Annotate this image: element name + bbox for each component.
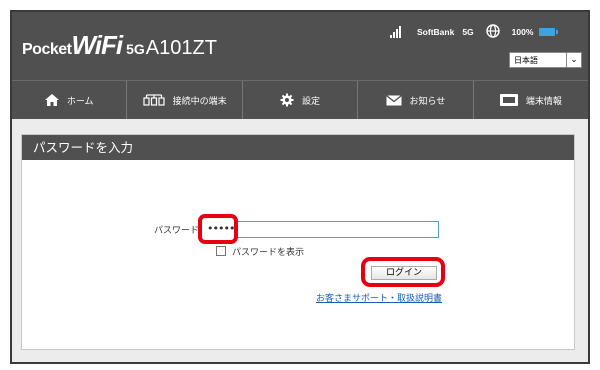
settings-icon [280, 93, 294, 107]
main-nav: ホーム 接続中の端末 設定 お知らせ 端末情報 [12, 80, 588, 119]
nav-item-news[interactable]: お知らせ [358, 81, 474, 119]
password-highlight: ••••• [198, 214, 238, 244]
nav-item-label: 端末情報 [525, 96, 562, 107]
password-value: ••••• [207, 222, 235, 235]
network-type: 5G [462, 27, 474, 37]
signal-icon [390, 26, 401, 38]
header: PocketWiFi 5GA101ZT SoftBank 5G 100% 日本語 … [12, 12, 588, 80]
nav-item-label: ホーム [66, 96, 94, 107]
show-password-checkbox[interactable] [216, 246, 226, 256]
globe-icon [485, 24, 500, 40]
battery-percent: 100% [511, 27, 534, 37]
language-value: 日本語 [514, 56, 538, 65]
show-password-label: パスワードを表示 [232, 248, 305, 258]
nav-item-settings[interactable]: 設定 [243, 81, 359, 119]
nav-item-devices[interactable]: 接続中の端末 [127, 81, 243, 119]
logo-pocket: Pocket [22, 41, 72, 58]
login-button[interactable]: ログイン [371, 266, 437, 280]
language-select[interactable]: 日本語 ⌄ [509, 52, 582, 68]
nav-item-home[interactable]: ホーム [12, 81, 128, 119]
login-highlight: ログイン [361, 257, 445, 287]
login-panel: パスワードを入力 パスワード ••••• パスワードを表示 ログイン お客さまサ… [21, 134, 575, 350]
devices-icon [142, 94, 165, 106]
home-icon [44, 94, 59, 106]
chevron-down-icon: ⌄ [566, 53, 581, 67]
nav-item-label: お知らせ [409, 96, 446, 107]
support-link[interactable]: お客さまサポート・取扱説明書 [316, 291, 442, 304]
logo-5g: 5G [126, 41, 145, 57]
password-label: パスワード [154, 226, 200, 236]
nav-item-label: 接続中の端末 [172, 96, 227, 107]
battery-icon [539, 28, 559, 36]
logo-wifi: WiFi [71, 30, 123, 60]
carrier-name: SoftBank [417, 27, 455, 37]
panel-title: パスワードを入力 [22, 135, 574, 160]
logo: PocketWiFi 5GA101ZT [22, 30, 217, 61]
model-name: A101ZT [145, 37, 217, 59]
device-info-icon [499, 94, 518, 106]
mail-icon [385, 94, 402, 106]
nav-item-device-info[interactable]: 端末情報 [474, 81, 588, 119]
nav-item-label: 設定 [302, 96, 321, 107]
status-bar: SoftBank 5G 100% [390, 24, 559, 40]
